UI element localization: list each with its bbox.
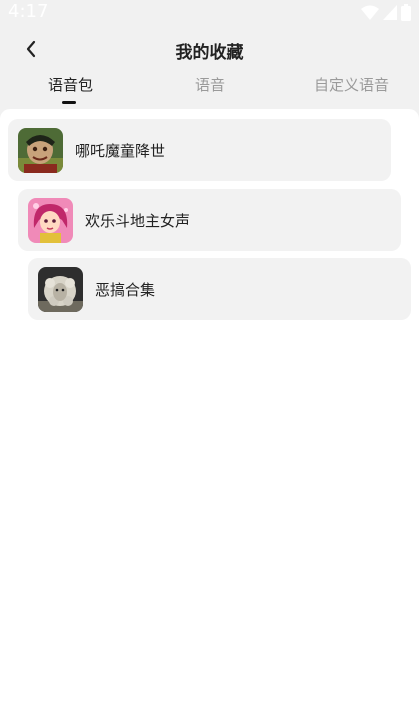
status-bar: 4:17: [0, 0, 419, 26]
tab-bar: 语音包 语音 自定义语音: [0, 74, 419, 108]
battery-icon: [401, 4, 411, 21]
list-item-doudizhu[interactable]: 欢乐斗地主女声: [18, 189, 401, 251]
tab-active-indicator: [62, 101, 76, 104]
list-item-label: 哪吒魔童降世: [75, 141, 166, 160]
status-time: 4:17: [8, 1, 49, 22]
doudizhu-girl-thumbnail: [28, 197, 73, 243]
nezha-thumbnail: [18, 127, 63, 173]
list-item-nezha[interactable]: 哪吒魔童降世: [8, 119, 391, 181]
favorites-list: 哪吒魔童降世 欢乐斗地主女声 恶搞合集: [0, 109, 419, 705]
tab-custom-voice[interactable]: 自定义语音: [314, 74, 389, 95]
tab-voice-pack[interactable]: 语音包: [48, 74, 93, 95]
tab-voice[interactable]: 语音: [195, 74, 225, 95]
status-icons: [361, 4, 411, 21]
list-item-spoof[interactable]: 恶搞合集: [28, 258, 411, 320]
wifi-icon: [361, 5, 379, 20]
list-item-label: 恶搞合集: [95, 280, 156, 299]
page-title: 我的收藏: [175, 43, 244, 63]
sheep-thumbnail: [38, 266, 83, 312]
signal-icon: [383, 5, 397, 20]
header: 我的收藏: [0, 30, 419, 70]
list-item-label: 欢乐斗地主女声: [85, 211, 191, 230]
